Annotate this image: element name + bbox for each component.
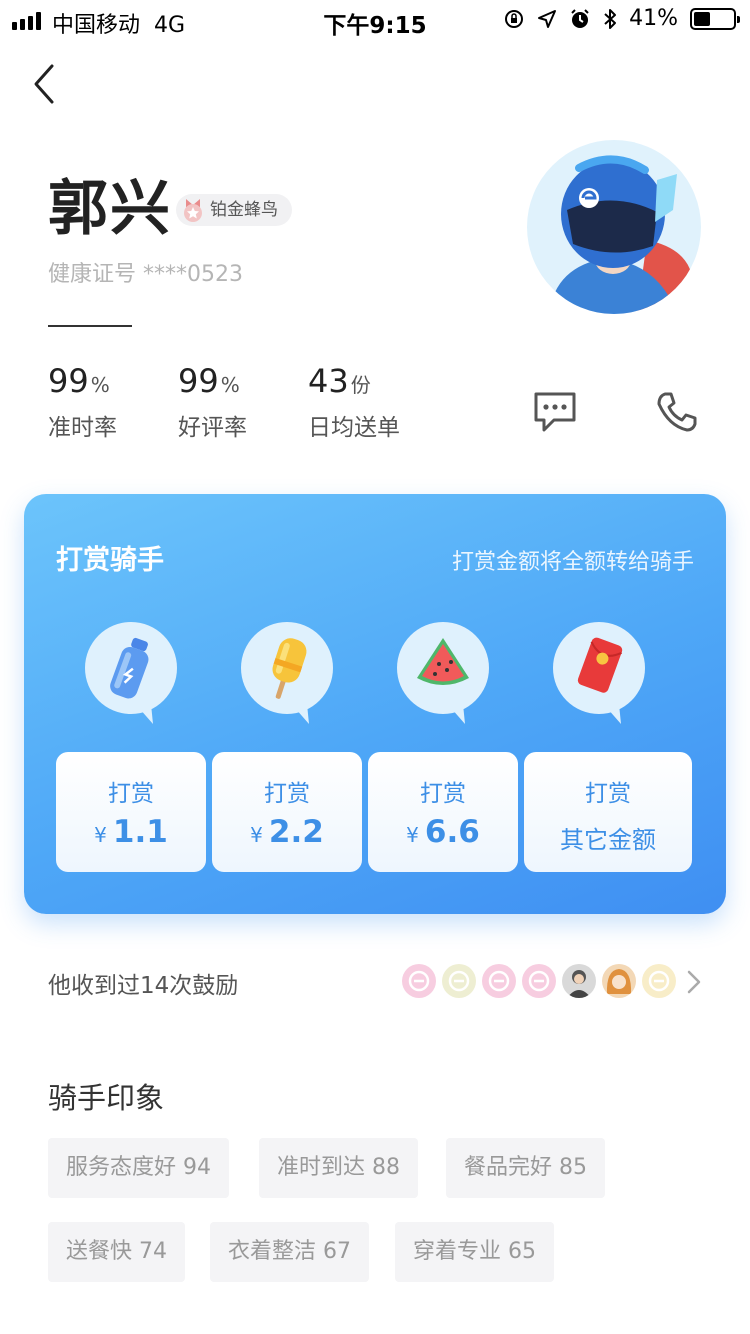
tip-button-3[interactable]: 打赏 ¥6.6 [368,752,518,872]
other-amount-label: 其它金额 [560,826,656,854]
rider-name: 郭兴 [48,174,172,244]
rider-avatar [527,140,701,314]
tip-amount: 2.2 [268,814,324,850]
impression-tag: 餐品完好 85 [446,1138,605,1198]
fan-avatar [402,964,436,998]
impression-tag: 服务态度好 94 [48,1138,229,1198]
impression-tag: 衣着整洁 67 [210,1222,369,1282]
chat-bubble-icon [534,392,576,432]
stat-label: 好评率 [178,415,247,441]
tip-card: 打赏骑手 打赏金额将全额转给骑手 打赏 ¥ 1.1 打赏 ¥ 2.2 打赏 ¥ … [24,494,726,914]
encouragement-text: 他收到过14次鼓励 [48,973,239,999]
back-button[interactable] [26,60,62,108]
impressions-title: 骑手印象 [48,1081,165,1115]
battery-icon [690,7,740,30]
fan-avatar [522,964,556,998]
stat-unit: 份 [350,373,371,397]
impression-tag: 穿着专业 65 [395,1222,554,1282]
tip-amount: 6.6 [424,814,480,850]
call-button[interactable] [655,390,699,434]
fan-avatar [562,964,596,998]
currency-symbol: ¥ [94,823,107,847]
tip-amount: 1.1 [112,814,168,850]
alarm-icon [571,8,589,28]
stat-daily-orders: 43 份 日均送单 [308,362,400,442]
stat-unit: % [220,373,240,397]
medal-icon [184,199,202,222]
popsicle-icon [241,622,333,724]
status-bar: 中国移动 4G 下午9:15 41% [0,0,750,40]
chevron-left-icon [34,64,54,104]
phone-icon [657,392,697,432]
impression-tag: 准时到达 88 [259,1138,418,1198]
tip-subtitle: 打赏金额将全额转给骑手 [451,550,694,575]
bluetooth-icon [604,8,617,29]
fan-avatar [602,964,636,998]
tip-button-label: 打赏 [108,781,154,807]
tip-button-1[interactable]: 打赏 ¥1.1 [56,752,206,872]
rank-label: 铂金蜂鸟 [210,200,278,220]
stat-positive-rate: 99% 好评率 [178,362,247,442]
message-button[interactable] [532,390,578,434]
red-envelope-icon [553,622,645,724]
encouragement-row[interactable]: 他收到过14次鼓励 [0,950,750,1014]
chevron-right-icon [687,970,701,994]
watermelon-icon [397,622,489,724]
tip-title: 打赏骑手 [56,545,164,576]
currency-symbol: ¥ [250,823,263,847]
fan-avatar [442,964,476,998]
tip-button-other[interactable]: 打赏 其它金额 [524,752,692,872]
divider [48,325,132,327]
location-icon [538,9,557,28]
tip-button-label: 打赏 [264,781,310,807]
water-bottle-icon [85,622,177,724]
stat-label: 日均送单 [308,415,400,441]
stat-value: 99 [178,362,219,400]
stat-value: 43 [308,362,349,400]
rank-badge: 铂金蜂鸟 [176,194,292,226]
stat-value: 99 [48,362,89,400]
battery-percent: 41% [629,6,678,31]
health-cert-number: 健康证号 ****0523 [48,262,243,287]
currency-symbol: ¥ [406,823,419,847]
tip-button-label: 打赏 [420,781,466,807]
stat-on-time-rate: 99% 准时率 [48,362,117,442]
fan-avatar [642,964,676,998]
fan-avatar [482,964,516,998]
stat-unit: % [90,373,110,397]
orientation-lock-icon [505,9,524,28]
tip-button-label: 打赏 [585,781,631,807]
impression-tag: 送餐快 74 [48,1222,185,1282]
stat-label: 准时率 [48,415,117,441]
status-icons: 41% [503,6,740,31]
tip-button-2[interactable]: 打赏 ¥2.2 [212,752,362,872]
